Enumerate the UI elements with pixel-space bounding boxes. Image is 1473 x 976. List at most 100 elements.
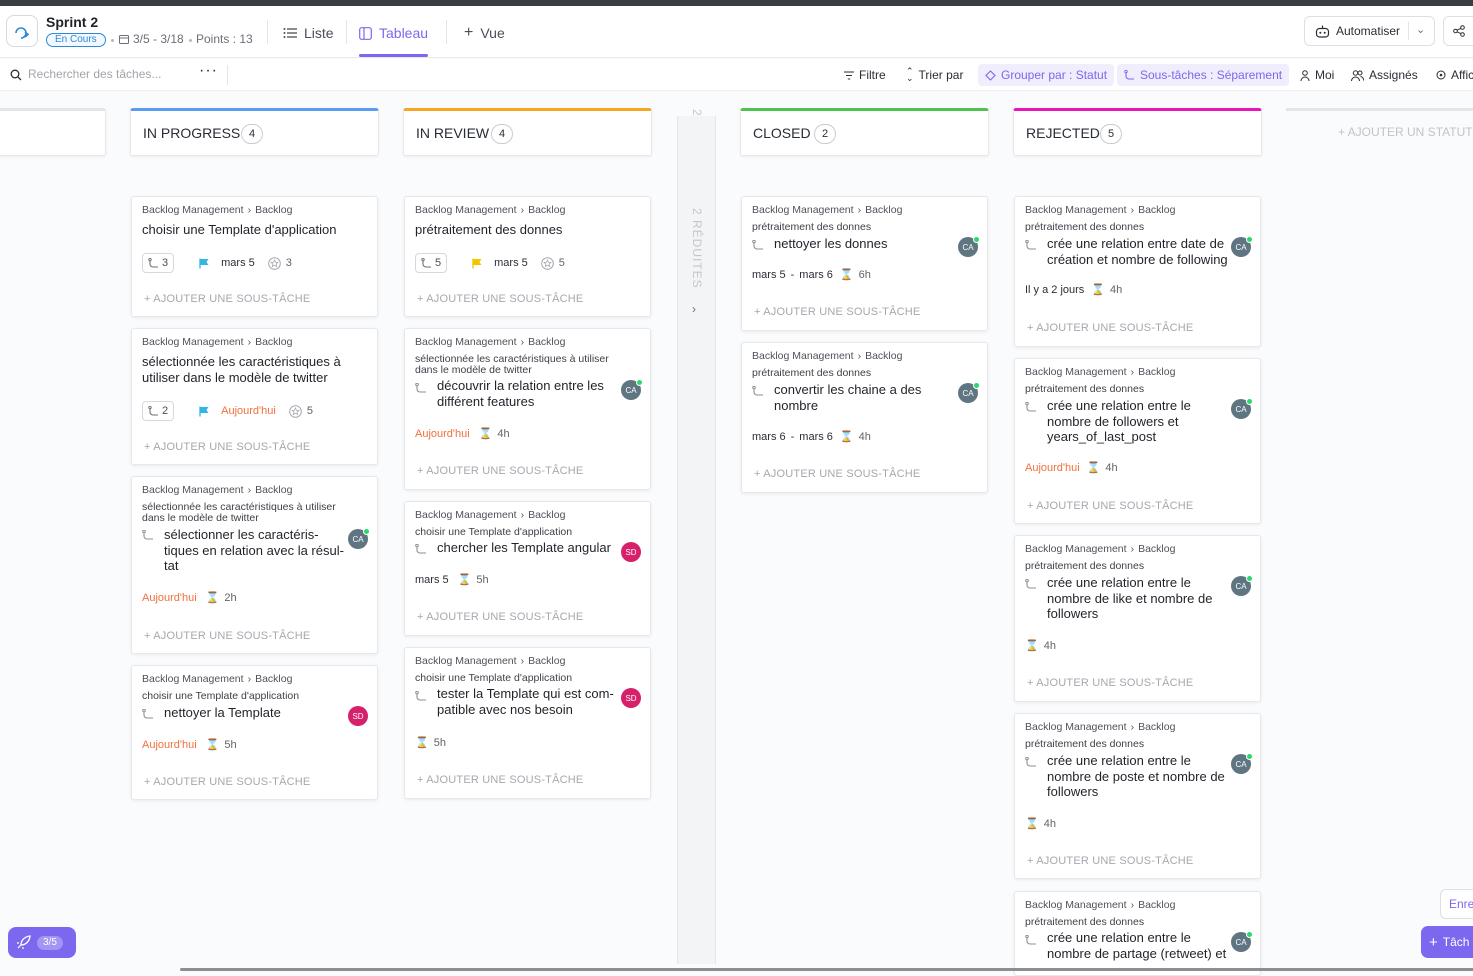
task-title[interactable]: crée une relation entre le nombre de lik… (1047, 575, 1232, 622)
due-date[interactable]: mars 6 (799, 269, 833, 281)
subtasks-count-chip[interactable]: 5 (415, 253, 448, 273)
time-estimate[interactable]: 4h (497, 428, 509, 440)
due-date[interactable]: mars 5 (221, 257, 255, 269)
task-card[interactable]: Backlog Management › Backlog prétraitement… (404, 196, 651, 317)
due-date[interactable]: Aujourd'hui (1025, 462, 1080, 474)
task-title[interactable]: sélectionnée les caractéristiques à util… (142, 354, 367, 385)
launchpad-button[interactable]: 3/5 (8, 927, 76, 958)
assignee-avatar[interactable]: CA (1231, 575, 1253, 596)
assignee-avatar[interactable]: CA (1231, 398, 1253, 419)
assignee-avatar[interactable]: SD (348, 706, 368, 726)
save-button[interactable]: Enre (1440, 889, 1473, 919)
task-title[interactable]: crée une relation entre le nombre de par… (1047, 930, 1232, 961)
add-subtask-button[interactable]: + AJOUTER UNE SOUS-TÂCHE (417, 774, 583, 786)
task-card[interactable]: Backlog Management › Backlog sélectionnée … (404, 328, 651, 490)
parent-task-link[interactable]: prétraitement des donnes (1025, 384, 1240, 395)
add-subtask-button[interactable]: + AJOUTER UNE SOUS-TÂCHE (1027, 677, 1193, 689)
task-title[interactable]: découvrir la relation entre les différen… (437, 378, 619, 409)
time-estimate[interactable]: 4h (859, 431, 871, 443)
assignee-avatar[interactable]: CA (621, 379, 643, 400)
assignee-avatar[interactable]: SD (621, 542, 641, 562)
assignee-avatar[interactable]: CA (1231, 931, 1253, 952)
task-card[interactable]: Backlog Management › Backlog prétraitement… (1014, 535, 1261, 702)
tab-tableau[interactable]: Tableau (359, 22, 428, 44)
assignee-avatar[interactable]: CA (958, 236, 980, 257)
task-title[interactable]: nettoyer la Template (164, 705, 346, 721)
parent-task-link[interactable]: prétraitement des donnes (1025, 917, 1240, 928)
assignee-avatar[interactable]: SD (621, 688, 641, 708)
flag-icon[interactable] (472, 258, 483, 269)
sprint-status-badge[interactable]: En Cours (46, 33, 106, 47)
group-by-button[interactable]: Grouper par : Statut (978, 64, 1115, 86)
task-card[interactable]: Backlog Management › Backlog choisir une T… (404, 647, 651, 799)
parent-task-link[interactable]: prétraitement des donnes (752, 368, 967, 379)
add-subtask-button[interactable]: + AJOUTER UNE SOUS-TÂCHE (754, 306, 920, 318)
start-date[interactable]: mars 5 (752, 269, 786, 281)
task-card[interactable]: Backlog Management › Backlog choisir une T… (131, 196, 378, 317)
task-card[interactable]: Backlog Management › Backlog prétraitement… (1014, 713, 1261, 879)
sprint-icon[interactable] (6, 15, 38, 47)
task-title[interactable]: crée une relation entre date de création… (1047, 236, 1232, 267)
task-card[interactable]: Backlog Management › Backlog prétraitement… (1014, 196, 1261, 347)
horizontal-scrollbar[interactable] (180, 968, 1473, 971)
chevron-down-icon[interactable]: ⌄ (1416, 23, 1425, 36)
sprint-dates[interactable]: 3/5 - 3/18 (119, 32, 184, 46)
filter-button[interactable]: Filtre (844, 64, 886, 86)
add-subtask-button[interactable]: + AJOUTER UNE SOUS-TÂCHE (144, 776, 310, 788)
task-title[interactable]: convertir les chaine a des nombre (774, 382, 956, 413)
add-subtask-button[interactable]: + AJOUTER UNE SOUS-TÂCHE (417, 611, 583, 623)
parent-task-link[interactable]: choisir une Template d'application (142, 691, 357, 702)
column-header-in-review[interactable]: IN REVIEW 4 (403, 108, 652, 156)
assignee-avatar[interactable]: CA (348, 528, 370, 549)
due-date[interactable]: Aujourd'hui (142, 739, 197, 751)
sort-button[interactable]: ⌃ ⌄ Trier par (906, 64, 963, 86)
column-header-closed[interactable]: CLOSED 2 (740, 108, 989, 156)
assignee-avatar[interactable]: CA (1231, 236, 1253, 257)
due-date[interactable]: Aujourd'hui (415, 428, 470, 440)
due-date[interactable]: Il y a 2 jours (1025, 284, 1084, 296)
task-card[interactable]: Backlog Management › Backlog sélectionnée … (131, 328, 378, 465)
assignees-button[interactable]: Assignés (1351, 64, 1418, 86)
search-input[interactable]: Rechercher des tâches... (28, 67, 161, 81)
subtasks-count-chip[interactable]: 2 (142, 401, 175, 421)
automate-button[interactable]: Automatiser ⌄ (1304, 16, 1435, 46)
task-title[interactable]: chercher les Template angular (437, 540, 619, 556)
add-subtask-button[interactable]: + AJOUTER UNE SOUS-TÂCHE (1027, 322, 1193, 334)
time-estimate[interactable]: 5h (476, 574, 488, 586)
task-title[interactable]: tester la Template qui est com-patible a… (437, 686, 619, 717)
due-date[interactable]: Aujourd'hui (221, 405, 276, 417)
add-subtask-button[interactable]: + AJOUTER UNE SOUS-TÂCHE (1027, 500, 1193, 512)
add-subtask-button[interactable]: + AJOUTER UNE SOUS-TÂCHE (417, 465, 583, 477)
task-card[interactable]: Backlog Management › Backlog choisir une T… (404, 501, 651, 636)
task-card[interactable]: Backlog Management › Backlog prétraitement… (1014, 358, 1261, 524)
parent-task-link[interactable]: prétraitement des donnes (1025, 739, 1240, 750)
subtasks-count-chip[interactable]: 3 (142, 253, 175, 273)
add-status-button[interactable]: + AJOUTER UN STATUT (1286, 108, 1473, 156)
due-date[interactable]: Aujourd'hui (142, 592, 197, 604)
parent-task-link[interactable]: prétraitement des donnes (1025, 561, 1240, 572)
add-subtask-button[interactable]: + AJOUTER UNE SOUS-TÂCHE (417, 293, 583, 305)
parent-task-link[interactable]: prétraitement des donnes (752, 222, 967, 233)
tab-liste[interactable]: Liste (283, 22, 334, 44)
parent-task-link[interactable]: sélectionnée les caractéristiques à util… (142, 502, 357, 524)
column-header-in-progress[interactable]: IN PROGRESS 4 (130, 108, 379, 156)
chevron-right-icon[interactable]: › (692, 302, 696, 316)
add-subtask-button[interactable]: + AJOUTER UNE SOUS-TÂCHE (144, 293, 310, 305)
parent-task-link[interactable]: sélectionnée les caractéristiques à util… (415, 354, 630, 376)
task-card[interactable]: Backlog Management › Backlog prétraitement… (741, 196, 988, 331)
flag-icon[interactable] (199, 258, 210, 269)
time-estimate[interactable]: 6h (859, 269, 871, 281)
due-date[interactable]: mars 6 (799, 431, 833, 443)
task-card[interactable]: Backlog Management › Backlog prétraitement… (741, 342, 988, 493)
task-card[interactable]: Backlog Management › Backlog sélectionnée … (131, 476, 378, 654)
assignee-avatar[interactable]: CA (958, 382, 980, 403)
share-button[interactable] (1443, 16, 1473, 46)
task-title[interactable]: crée une relation entre le nombre de fol… (1047, 398, 1217, 445)
add-subtask-button[interactable]: + AJOUTER UNE SOUS-TÂCHE (144, 441, 310, 453)
due-date[interactable]: mars 5 (415, 574, 449, 586)
show-button[interactable]: Affic (1436, 64, 1473, 86)
tab-add-view[interactable]: + Vue (464, 22, 505, 44)
task-card[interactable]: Backlog Management › Backlog prétraitement… (1014, 891, 1261, 976)
new-task-button[interactable]: + Tâch (1421, 926, 1473, 958)
due-date[interactable]: mars 5 (494, 257, 528, 269)
